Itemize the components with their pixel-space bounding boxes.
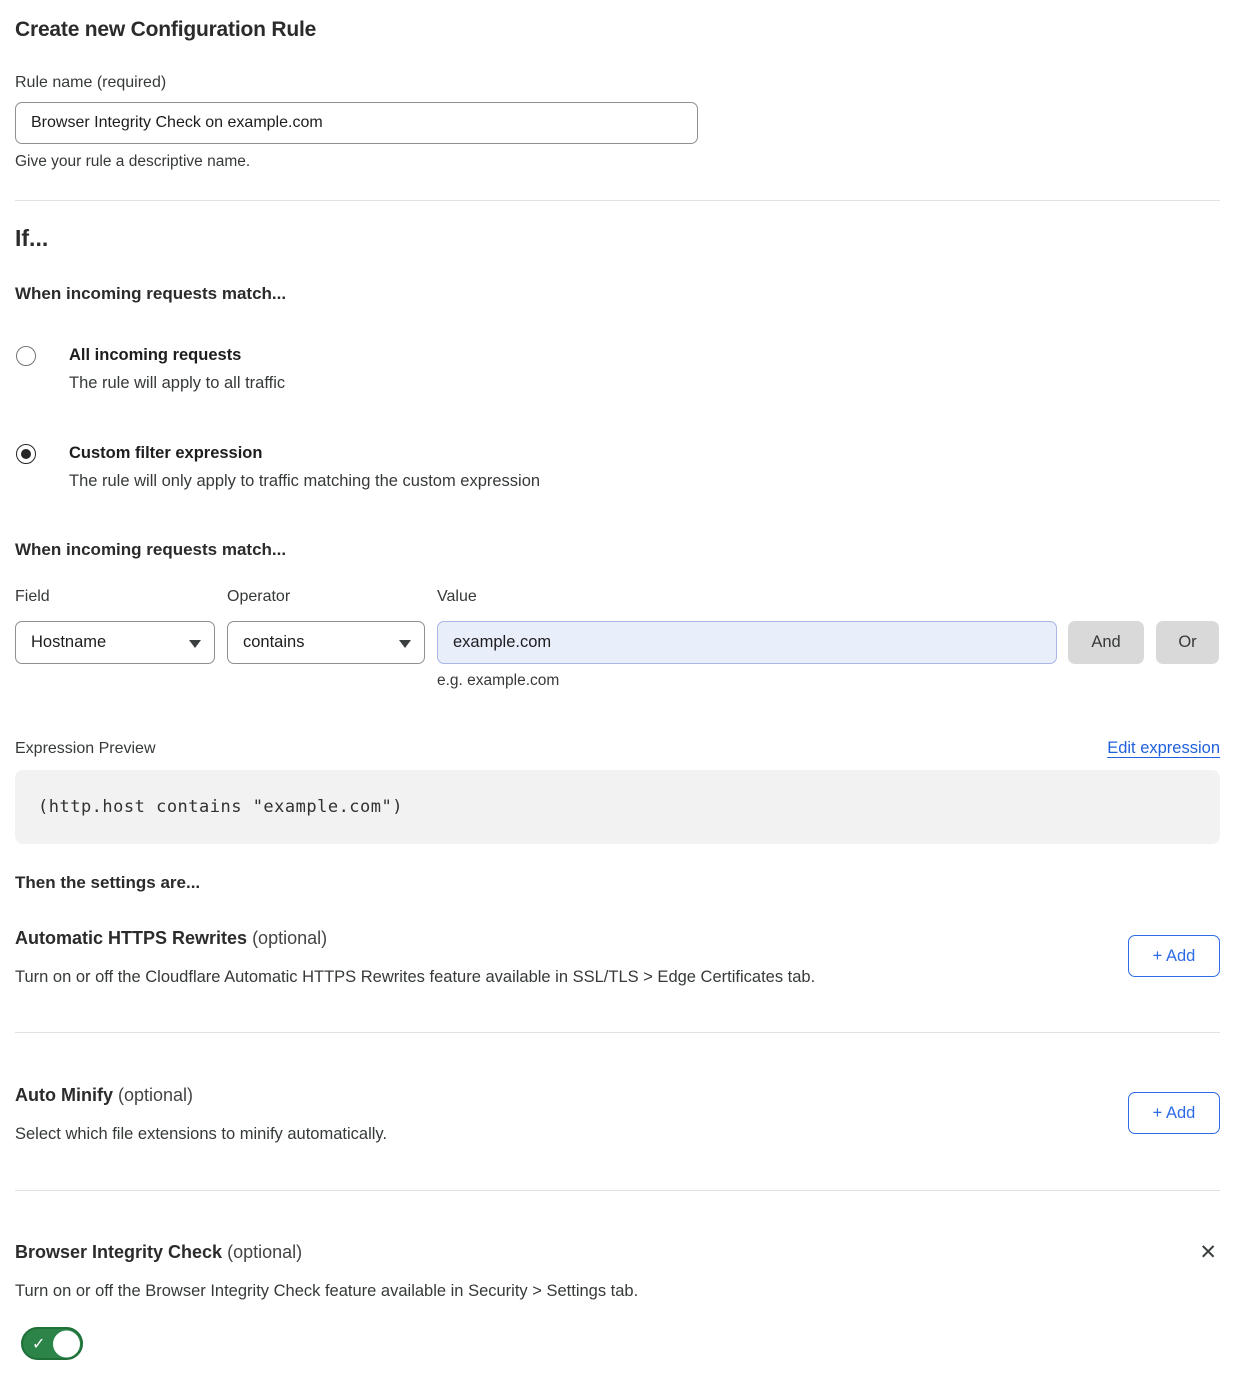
radio-button-icon[interactable] [16,346,36,366]
chevron-down-icon [189,640,201,648]
section-divider [15,1190,1220,1191]
page-title: Create new Configuration Rule [15,0,1220,43]
expression-builder-labels: Field Operator Value [15,586,1220,607]
setting-name: Browser Integrity Check [15,1242,222,1262]
setting-description: Turn on or off the Browser Integrity Che… [15,1280,638,1302]
operator-select-value: contains [243,633,304,652]
setting-title: Browser Integrity Check (optional) [15,1240,638,1264]
radio-option-description: The rule will apply to all traffic [69,373,285,394]
match-heading: When incoming requests match... [15,283,1220,305]
setting-automatic-https-rewrites: Automatic HTTPS Rewrites (optional) Turn… [15,926,1220,988]
if-heading: If... [15,223,1220,253]
rule-name-help: Give your rule a descriptive name. [15,152,1220,172]
expression-preview-header: Expression Preview Edit expression [15,737,1220,760]
operator-select[interactable]: contains [227,621,425,664]
section-divider [15,200,1220,201]
toggle-knob [53,1330,80,1357]
or-button[interactable]: Or [1156,621,1219,664]
expression-builder-row: Hostname contains And Or [15,621,1220,664]
radio-option-custom-filter[interactable]: Custom filter expression The rule will o… [15,443,1220,492]
chevron-down-icon [399,640,411,648]
expression-preview-label: Expression Preview [15,738,156,760]
field-label: Field [15,586,227,607]
radio-option-description: The rule will only apply to traffic matc… [69,471,540,492]
browser-integrity-check-toggle[interactable]: ✓ [21,1327,83,1360]
add-button[interactable]: + Add [1128,935,1220,977]
setting-description: Select which file extensions to minify a… [15,1123,387,1145]
field-select[interactable]: Hostname [15,621,215,664]
expression-code-block: (http.host contains "example.com") [15,770,1220,844]
close-icon[interactable]: ✕ [1196,1240,1220,1264]
setting-optional-tag: (optional) [227,1242,302,1262]
setting-browser-integrity-check: Browser Integrity Check (optional) Turn … [15,1240,1220,1365]
check-icon: ✓ [32,1334,45,1353]
setting-optional-tag: (optional) [252,928,327,948]
add-button[interactable]: + Add [1128,1092,1220,1134]
radio-button-icon[interactable] [16,444,36,464]
then-settings-heading: Then the settings are... [15,872,1220,894]
section-divider [15,1032,1220,1033]
value-input[interactable] [437,621,1057,664]
and-button[interactable]: And [1068,621,1144,664]
operator-label: Operator [227,586,437,607]
value-label: Value [437,586,1057,607]
expression-builder-heading: When incoming requests match... [15,539,1220,561]
create-configuration-rule-form: Create new Configuration Rule Rule name … [0,0,1237,1395]
setting-auto-minify: Auto Minify (optional) Select which file… [15,1083,1220,1145]
setting-optional-tag: (optional) [118,1085,193,1105]
edit-expression-link[interactable]: Edit expression [1107,737,1220,759]
radio-option-label: All incoming requests [69,345,285,366]
expression-code: (http.host contains "example.com") [38,797,403,817]
setting-title: Automatic HTTPS Rewrites (optional) [15,926,815,950]
setting-description: Turn on or off the Cloudflare Automatic … [15,966,815,988]
rule-name-label: Rule name (required) [15,73,1220,93]
setting-title: Auto Minify (optional) [15,1083,387,1107]
rule-name-input[interactable] [15,102,698,144]
setting-name: Auto Minify [15,1085,113,1105]
radio-option-all-requests[interactable]: All incoming requests The rule will appl… [15,345,1220,394]
setting-name: Automatic HTTPS Rewrites [15,928,247,948]
radio-option-label: Custom filter expression [69,443,540,464]
value-hint: e.g. example.com [437,671,1220,691]
field-select-value: Hostname [31,633,106,652]
